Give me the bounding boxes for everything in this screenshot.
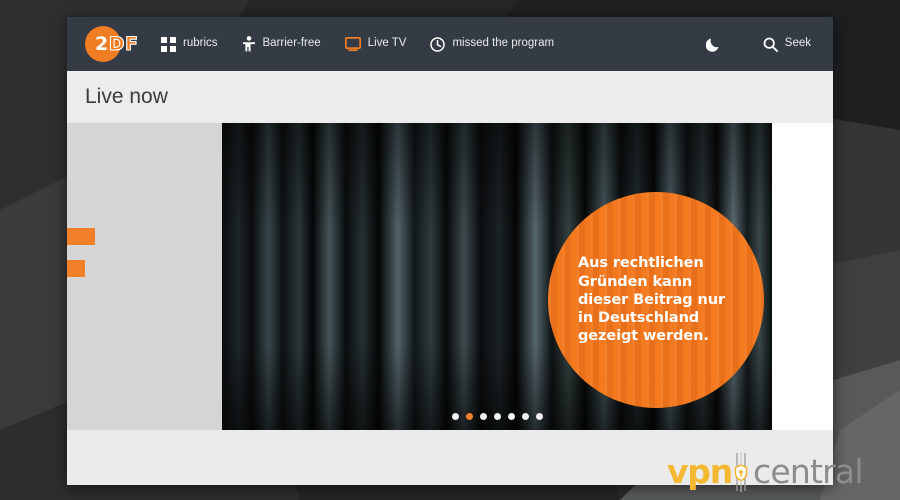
moon-icon xyxy=(705,36,722,52)
geo-restriction-line: Aus rechtlichen xyxy=(578,255,704,272)
geo-restriction-message: Aus rechtlichen Gründen kann dieser Beitra… xyxy=(566,254,746,345)
zdf-logo-mark-white: 2 xyxy=(95,33,109,55)
accessibility-icon xyxy=(242,36,256,52)
carousel-dot[interactable] xyxy=(493,413,501,420)
primary-nav: rubrics Barrier-free Live TV missed the … xyxy=(161,17,819,71)
nav-label-rubrics: rubrics xyxy=(183,37,218,50)
search-icon xyxy=(763,37,778,52)
secondary-nav: Seek xyxy=(705,17,819,71)
nav-item-barrier-free[interactable]: Barrier-free xyxy=(242,17,321,71)
carousel-dot[interactable] xyxy=(479,413,487,420)
nav-item-rubrics[interactable]: rubrics xyxy=(161,17,218,71)
carousel-dot[interactable] xyxy=(465,413,473,420)
nav-label-missed-program: missed the program xyxy=(452,37,555,50)
carousel-dot[interactable] xyxy=(521,413,529,420)
geo-restriction-badge: Aus rechtlichen Gründen kann dieser Beitra… xyxy=(548,192,764,408)
shield-icon xyxy=(730,452,752,492)
rail-marker-1[interactable] xyxy=(67,228,95,245)
watermark-vpn-text: vpn xyxy=(667,452,733,491)
carousel-dots xyxy=(222,413,772,420)
page-title: Live now xyxy=(85,85,168,108)
carousel-dot[interactable] xyxy=(451,413,459,420)
nav-item-missed-program[interactable]: missed the program xyxy=(430,17,554,71)
zdf-logo[interactable]: 2DF xyxy=(85,25,139,63)
vpncentral-watermark: vpn central xyxy=(667,452,864,492)
monitor-icon xyxy=(344,36,361,52)
watermark-central-text: central xyxy=(753,452,863,491)
live-stage: Aus rechtlichen Gründen kann dieser Beitra… xyxy=(67,123,833,430)
nav-label-live-tv: Live TV xyxy=(367,37,407,50)
stage-left-rail xyxy=(67,123,222,430)
zdf-logo-mark-orange: DF xyxy=(108,33,139,55)
rail-marker-2[interactable] xyxy=(67,260,85,277)
geo-restriction-line: gezeigt werden. xyxy=(578,328,709,345)
geo-restriction-line: in Deutschland xyxy=(578,310,700,327)
nav-label-barrier-free: Barrier-free xyxy=(262,37,321,50)
nav-item-search[interactable]: Seek xyxy=(763,17,811,71)
video-player[interactable]: Aus rechtlichen Gründen kann dieser Beitra… xyxy=(222,123,772,430)
geo-restriction-line: Gründen kann xyxy=(578,273,693,290)
zdf-page: 2DF rubrics Barrier-free Live TV missed … xyxy=(67,17,833,485)
nav-item-dark-mode-toggle[interactable] xyxy=(705,17,729,71)
grid-icon xyxy=(161,36,176,52)
nav-item-live-tv[interactable]: Live TV xyxy=(344,17,407,71)
site-header: 2DF rubrics Barrier-free Live TV missed … xyxy=(67,17,833,71)
zdf-logo-wordmark: 2DF xyxy=(95,33,139,55)
nav-label-search: Seek xyxy=(784,37,811,50)
page-heading-band: Live now xyxy=(67,71,833,123)
clock-icon xyxy=(430,36,446,52)
carousel-dot[interactable] xyxy=(507,413,515,420)
geo-restriction-line: dieser Beitrag nur xyxy=(578,291,725,308)
carousel-dot[interactable] xyxy=(535,413,543,420)
